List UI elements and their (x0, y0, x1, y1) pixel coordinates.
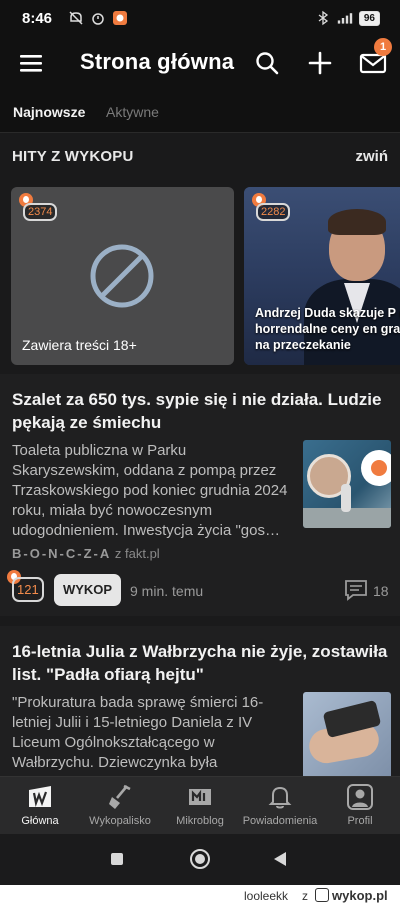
nav-label: Powiadomienia (242, 815, 318, 827)
watermark-strip: looleekk z wykop.pl (0, 885, 400, 908)
nav-label: Profil (347, 815, 373, 827)
article-title[interactable]: 16-letnia Julia z Wałbrzycha nie żyje, z… (12, 640, 390, 686)
comments-icon[interactable] (344, 579, 368, 601)
mail-badge: 1 (374, 38, 392, 56)
article-time: 9 min. temu (130, 583, 204, 599)
hit-caption: Zawiera treści 18+ (22, 337, 137, 353)
status-time: 8:46 (22, 10, 53, 27)
hits-collapse-button[interactable]: zwiń (356, 148, 389, 165)
article-card[interactable]: 16-letnia Julia z Wałbrzycha nie żyje, z… (0, 626, 400, 791)
add-icon[interactable] (307, 50, 333, 76)
profile-icon (347, 784, 373, 810)
hit-title: Andrzej Duda skazuje P na horrendalne ce… (255, 306, 400, 352)
hamburger-menu-icon[interactable] (18, 51, 44, 75)
nav-item-powiadomienia[interactable]: Powiadomienia (240, 783, 320, 827)
vote-count: 121 (12, 577, 44, 602)
recent-apps-icon[interactable] (111, 853, 123, 865)
status-notification-icons (68, 10, 128, 26)
bell-icon (268, 786, 292, 809)
article-title[interactable]: Szalet za 650 tys. sypie się i nie dział… (12, 388, 390, 434)
nav-item-mikroblog[interactable]: Mikroblog (160, 783, 240, 827)
status-bar: 8:46 96 (0, 0, 400, 38)
feed-tabs: Najnowsze Aktywne (0, 88, 400, 133)
home-icon[interactable] (190, 849, 210, 869)
app-notification-icon (113, 11, 127, 25)
nav-label: Wykopalisko (89, 815, 151, 827)
watermark-site: wykop.pl (332, 888, 388, 903)
article-source: B-O-N-C-Z-A z fakt.pl (12, 546, 160, 561)
watermark-user: looleekk (244, 889, 289, 903)
bottom-navigation: Główna Wykopalisko Mikroblog Powiadomien… (0, 776, 400, 834)
article-author[interactable]: B-O-N-C-Z-A (12, 546, 111, 561)
search-icon[interactable] (254, 50, 280, 76)
tab-najnowsze[interactable]: Najnowsze (13, 104, 85, 120)
hits-heading: HITY Z WYKOPU (12, 148, 134, 165)
nav-label: Główna (21, 815, 59, 827)
comments-count[interactable]: 18 (373, 583, 389, 599)
hit-card[interactable]: 2282 Andrzej Duda skazuje P na horrendal… (244, 187, 400, 365)
vote-count: 2282 (256, 203, 291, 221)
alarm-icon (92, 13, 104, 25)
article-thumbnail[interactable] (303, 692, 391, 780)
home-wykop-icon (29, 786, 51, 807)
top-app-bar: Strona główna (0, 38, 400, 88)
article-thumbnail[interactable] (303, 440, 391, 528)
mute-icon (69, 11, 83, 25)
wykop-logo-icon (315, 888, 329, 902)
hit-card[interactable]: 2374 Zawiera treści 18+ (11, 187, 234, 365)
article-domain: z fakt.pl (114, 546, 160, 561)
status-system-icons: 96 (315, 10, 380, 26)
nav-item-profil[interactable]: Profil (320, 783, 400, 827)
tab-aktywne[interactable]: Aktywne (106, 104, 159, 120)
article-excerpt: Toaleta publiczna w Parku Skaryszewskim,… (12, 442, 288, 539)
article-card[interactable]: Szalet za 650 tys. sypie się i nie dział… (0, 374, 400, 616)
hits-section: HITY Z WYKOPU zwiń 2374 Zawiera treści 1… (0, 134, 400, 374)
signal-icon (337, 13, 353, 24)
vote-count: 2374 (23, 203, 58, 221)
back-icon[interactable] (274, 852, 286, 866)
app-screen: 8:46 96 Strona główna 1 Najnowsze Aktywn… (0, 0, 400, 885)
watermark-z: z (302, 889, 308, 903)
system-navigation-bar (0, 834, 400, 885)
battery-indicator: 96 (358, 10, 380, 26)
shovel-icon (109, 784, 131, 809)
nav-item-glowna[interactable]: Główna (0, 783, 80, 827)
wykop-button[interactable]: WYKOP (54, 574, 121, 606)
nav-label: Mikroblog (176, 815, 224, 827)
nav-item-wykopalisko[interactable]: Wykopalisko (80, 783, 160, 827)
bluetooth-icon (318, 10, 328, 26)
mikroblog-icon (189, 789, 211, 805)
page-title: Strona główna (80, 49, 235, 74)
nsfw-blocked-icon (90, 244, 154, 308)
